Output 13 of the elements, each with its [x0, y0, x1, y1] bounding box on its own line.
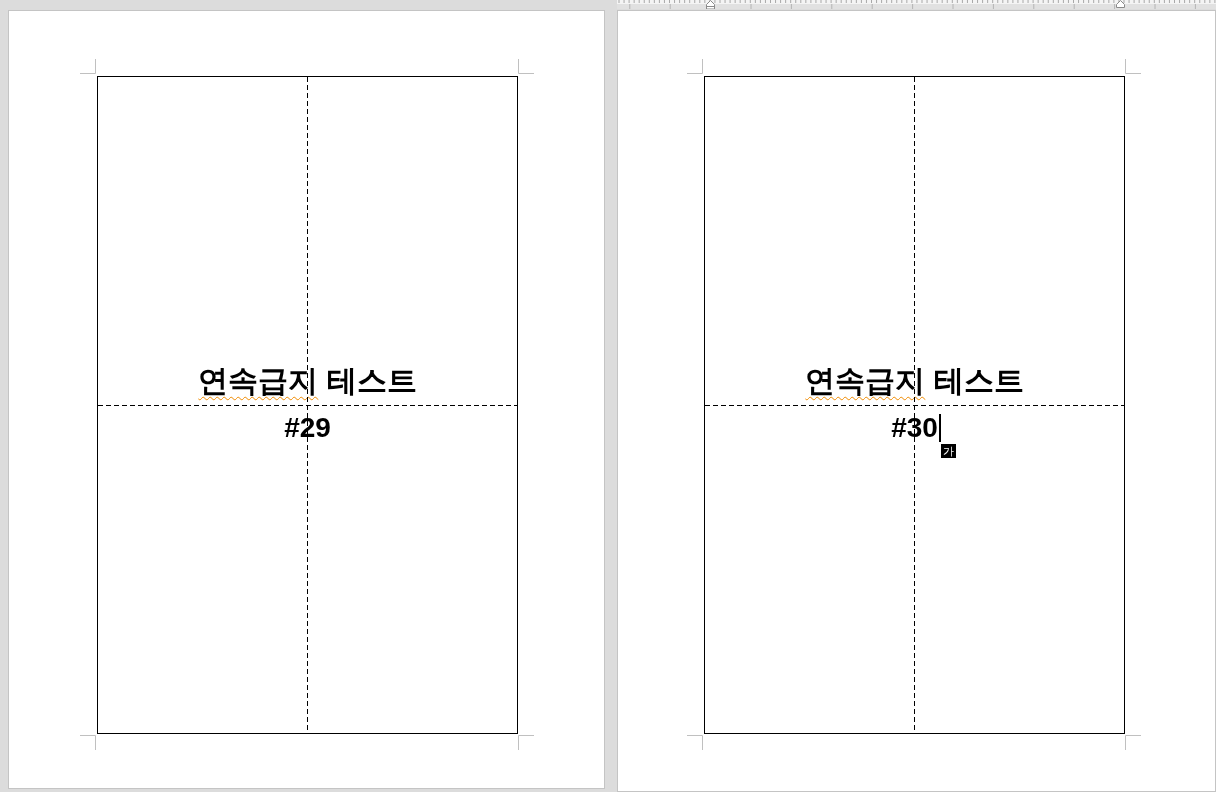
number-text: #30 — [891, 411, 938, 445]
corner-mark-icon — [80, 734, 96, 750]
ime-indicator: 가 — [940, 444, 956, 458]
corner-mark-icon — [518, 734, 534, 750]
corner-mark-icon — [687, 59, 703, 75]
corner-mark-icon — [687, 734, 703, 750]
corner-mark-icon — [518, 59, 534, 75]
number-text: #29 — [284, 411, 331, 445]
corner-mark-icon — [1125, 59, 1141, 75]
corner-mark-icon — [1125, 734, 1141, 750]
corner-mark-icon — [80, 59, 96, 75]
heading-text: 연속급지 테스트 — [805, 363, 1024, 399]
heading-text: 연속급지 테스트 — [198, 363, 417, 399]
